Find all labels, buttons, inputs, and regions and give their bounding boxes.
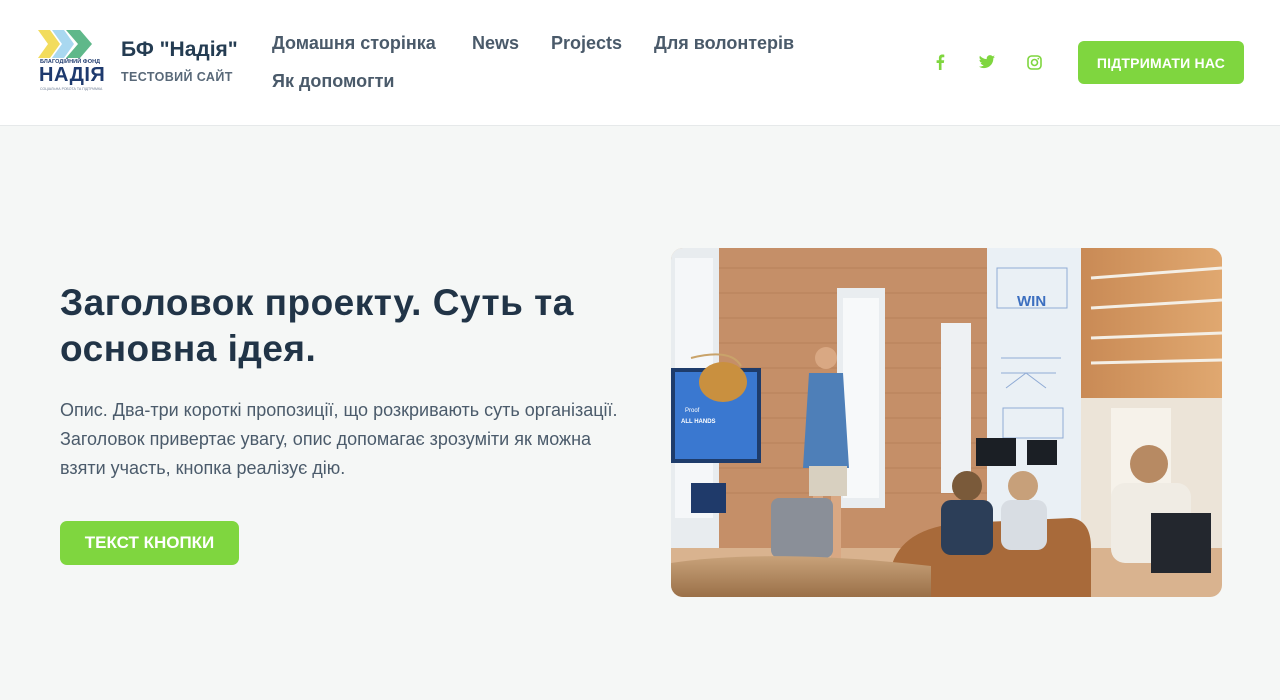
hero-description: Опис. Два-три короткі пропозиції, що роз…: [60, 400, 618, 478]
screen-text-proof: Proof: [685, 408, 700, 414]
nav-item-home[interactable]: Домашня сторінка: [272, 33, 436, 54]
nav-item-projects[interactable]: Projects: [551, 33, 622, 54]
logo-tiny-text: СОЦІАЛЬНА РОБОТА ТА ПІДТРИМКА: [40, 87, 103, 91]
brand-name[interactable]: БФ "Надія": [121, 38, 238, 62]
brand-subtitle: ТЕСТОВИЙ САЙТ: [121, 70, 233, 84]
support-us-button[interactable]: ПІДТРИМАТИ НАС: [1078, 41, 1244, 84]
wall-win-text: WIN: [1017, 293, 1046, 310]
site-header: БЛАГОДІЙНИЙ ФОНД НАДІЯ СОЦІАЛЬНА РОБОТА …: [0, 0, 1280, 126]
facebook-icon[interactable]: [930, 52, 950, 72]
hero-title: Заголовок проекту. Суть та основна ідея.: [60, 282, 574, 369]
instagram-icon[interactable]: [1024, 52, 1044, 72]
logo-chevrons-icon: [38, 30, 92, 58]
twitter-icon[interactable]: [977, 52, 997, 72]
hero-cta-button[interactable]: ТЕКСТ КНОПКИ: [60, 521, 239, 565]
logo-big-text: НАДІЯ: [39, 64, 106, 86]
screen-text-all-hands: ALL HANDS: [681, 419, 716, 425]
hero-image: WIN Proof ALL HANDS: [671, 248, 1222, 597]
nav-item-news[interactable]: News: [472, 33, 519, 54]
nav-item-how-to-help[interactable]: Як допомогти: [272, 71, 394, 92]
nav-item-volunteers[interactable]: Для волонтерів: [654, 33, 794, 54]
logo[interactable]: БЛАГОДІЙНИЙ ФОНД НАДІЯ СОЦІАЛЬНА РОБОТА …: [38, 28, 106, 96]
